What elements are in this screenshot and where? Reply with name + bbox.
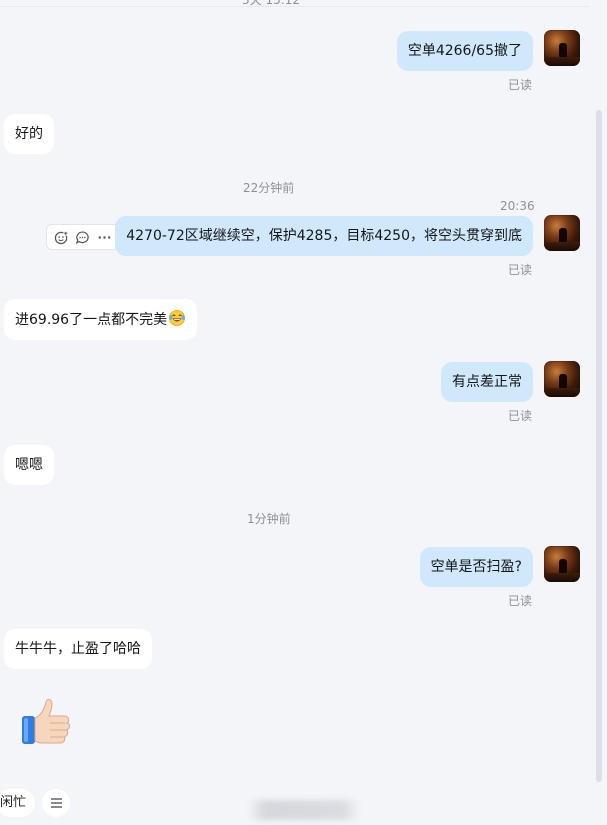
message-time: 20:36 <box>500 199 535 213</box>
user-avatar[interactable] <box>544 546 580 582</box>
message-text: 空单4266/65撤了 <box>407 43 522 59</box>
read-receipt: 已读 <box>508 409 533 423</box>
reply-icon[interactable] <box>75 229 91 245</box>
message-bubble-incoming[interactable]: 好的 <box>4 114 54 154</box>
add-reaction-icon[interactable] <box>54 229 70 245</box>
thumbs-up-emoji[interactable] <box>20 696 74 750</box>
message-text: 进69.96了一点都不完美 <box>15 312 168 328</box>
message-text: 好的 <box>15 126 43 142</box>
time-separator: 1分钟前 <box>247 512 291 526</box>
scrollbar[interactable] <box>596 110 602 782</box>
message-bubble-outgoing[interactable]: 空单是否扫盈? <box>419 547 533 587</box>
status-label: 闲忙 <box>0 795 27 810</box>
time-separator: 22分钟前 <box>243 181 295 195</box>
message-text: 4270-72区域继续空，保护4285，目标4250，将空头贯穿到底 <box>126 228 522 244</box>
user-avatar[interactable] <box>544 30 580 66</box>
message-bubble-outgoing[interactable]: 4270-72区域继续空，保护4285，目标4250，将空头贯穿到底 <box>115 216 533 256</box>
menu-icon <box>50 798 62 808</box>
message-text: 牛牛牛，止盈了哈哈 <box>15 641 141 657</box>
read-receipt: 已读 <box>508 78 533 92</box>
blurred-content <box>248 800 360 820</box>
read-receipt: 已读 <box>508 594 533 608</box>
message-bubble-incoming[interactable]: 牛牛牛，止盈了哈哈 <box>4 629 152 669</box>
laughing-tears-emoji <box>169 309 186 327</box>
message-text: 有点差正常 <box>452 374 522 390</box>
message-bubble-outgoing[interactable]: 空单4266/65撤了 <box>396 31 533 71</box>
message-action-bar <box>46 224 120 250</box>
clipped-timestamp-bar: 3天 15:12 <box>0 0 590 7</box>
message-text: 嗯嗯 <box>15 457 43 473</box>
message-bubble-incoming[interactable]: 嗯嗯 <box>4 445 54 485</box>
chat-window: 3天 15:12 空单4266/65撤了 已读 好的 22分钟前 20:36 4… <box>0 0 607 825</box>
status-toggle[interactable]: 闲忙 <box>0 789 36 817</box>
more-icon[interactable] <box>96 229 112 245</box>
message-bubble-incoming[interactable]: 进69.96了一点都不完美 <box>4 299 198 340</box>
user-avatar[interactable] <box>544 215 580 251</box>
read-receipt: 已读 <box>508 263 533 277</box>
user-avatar[interactable] <box>544 361 580 397</box>
clipped-timestamp: 3天 15:12 <box>242 0 301 7</box>
message-text: 空单是否扫盈? <box>430 559 522 575</box>
message-bubble-outgoing[interactable]: 有点差正常 <box>441 362 533 402</box>
menu-button[interactable] <box>42 789 70 817</box>
